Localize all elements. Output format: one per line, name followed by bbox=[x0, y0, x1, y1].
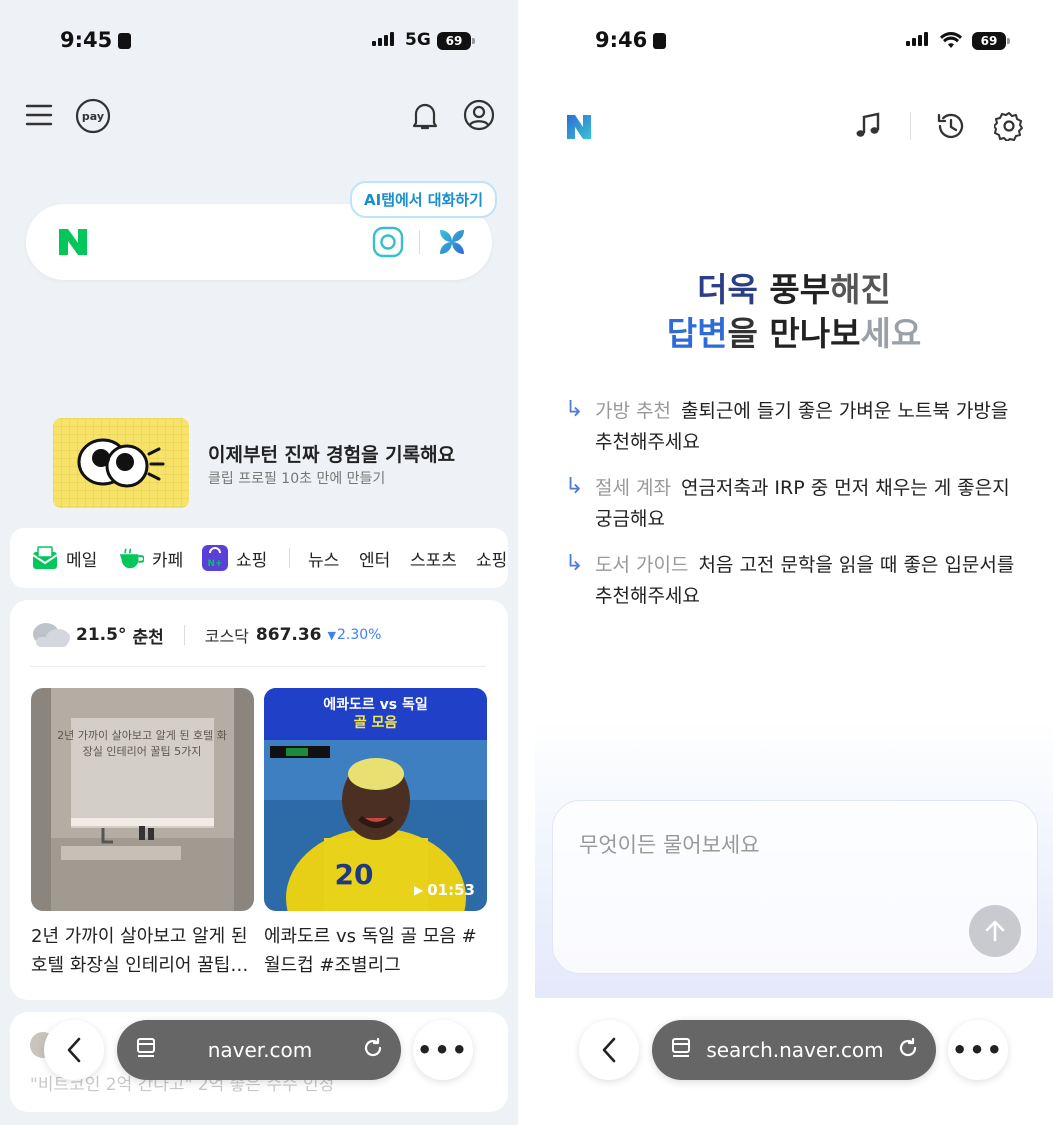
svg-text:N+: N+ bbox=[207, 559, 222, 569]
naver-logo-icon[interactable] bbox=[564, 112, 594, 142]
back-button[interactable] bbox=[44, 1020, 104, 1080]
video-title-line2: 골 모음 bbox=[353, 715, 398, 731]
signal-icon bbox=[906, 32, 928, 46]
bathroom-thumbnail[interactable]: 2년 가까이 살아보고 알게 된 호텔 화장실 인테리어 꿀팁 5가지 bbox=[31, 688, 254, 911]
battery-icon: 69 bbox=[437, 32, 475, 50]
service-shopping-2[interactable]: 쇼핑 bbox=[476, 528, 507, 588]
suggestion-item[interactable]: ↳ 절세 계좌 연금저축과 IRP 중 먼저 채우는 게 좋은지 궁금해요 bbox=[565, 473, 1025, 535]
ask-input[interactable]: 무엇이든 물어보세요 bbox=[552, 800, 1038, 974]
reload-icon[interactable] bbox=[896, 1036, 920, 1064]
reply-arrow-icon: ↳ bbox=[565, 397, 584, 422]
mail-icon bbox=[32, 545, 58, 571]
video-duration: ▶ 01:53 bbox=[414, 881, 475, 899]
naver-logo-icon bbox=[56, 226, 90, 258]
signal-icon bbox=[372, 32, 394, 46]
cafe-icon bbox=[118, 545, 144, 571]
profile-icon[interactable] bbox=[463, 99, 495, 131]
play-icon: ▶ bbox=[414, 883, 424, 897]
cloud-icon bbox=[30, 618, 74, 652]
reader-icon[interactable] bbox=[135, 1036, 159, 1064]
service-shopping[interactable]: N+ 쇼핑 bbox=[202, 528, 267, 588]
card-caption-1[interactable]: 2년 가까이 살아보고 알게 된 호텔 화장실 인테리어 꿀팁… bbox=[31, 922, 259, 980]
left-phone-screen: 9:45 5G 69 pay AI탭에서 대화하기 이제부턴 진짜 경험을 기록… bbox=[0, 0, 518, 1125]
service-enter[interactable]: 엔터 bbox=[359, 528, 390, 588]
reader-icon[interactable] bbox=[670, 1036, 694, 1064]
ai-tab-tooltip[interactable]: AI탭에서 대화하기 bbox=[350, 181, 498, 218]
address-bar[interactable]: naver.com bbox=[117, 1020, 401, 1080]
service-shortcut-bar: 메일 카페 N+ 쇼핑 뉴스 엔터 스포츠 쇼핑 bbox=[10, 528, 508, 588]
thumbnail-overlay-text: 2년 가까이 살아보고 알게 된 호텔 화장실 인테리어 꿀팁 5가지 bbox=[57, 729, 227, 758]
content-card: 21.5° 춘천 코스닥 867.36 ▼ 2.30% 2년 가까이 살아보고 … bbox=[10, 600, 508, 1000]
url-text: naver.com bbox=[207, 1038, 313, 1062]
reply-arrow-icon: ↳ bbox=[565, 551, 584, 576]
pay-icon[interactable]: pay bbox=[75, 98, 111, 134]
card-caption-2[interactable]: 에콰도르 vs 독일 골 모음 #월드컵 #조별리그 bbox=[264, 922, 492, 980]
status-time: 9:46 bbox=[595, 28, 667, 52]
arrow-up-icon bbox=[985, 920, 1005, 942]
network-label: 5G bbox=[405, 30, 431, 50]
suggestion-tag: 절세 계좌 bbox=[595, 477, 671, 499]
more-button[interactable]: ••• bbox=[948, 1020, 1008, 1080]
svg-text:20: 20 bbox=[335, 858, 374, 891]
banner-subtitle: 클립 프로필 10초 만에 만들기 bbox=[208, 471, 386, 487]
back-button[interactable] bbox=[579, 1020, 639, 1080]
battery-icon: 69 bbox=[972, 32, 1010, 50]
divider bbox=[518, 0, 535, 1125]
weather-temp: 21.5° bbox=[76, 625, 127, 645]
headline: 더욱 풍부해진 답변을 만나보세요 bbox=[666, 270, 922, 353]
camera-search-icon[interactable] bbox=[370, 224, 406, 260]
soccer-video-thumbnail[interactable]: 20 에콰도르 vs 독일 골 모음 ▶ 01:53 bbox=[264, 688, 487, 911]
url-text: search.naver.com bbox=[706, 1038, 884, 1062]
address-bar[interactable]: search.naver.com bbox=[652, 1020, 936, 1080]
svg-text:pay: pay bbox=[82, 110, 104, 123]
more-button[interactable]: ••• bbox=[413, 1020, 473, 1080]
service-news[interactable]: 뉴스 bbox=[308, 528, 339, 588]
ask-placeholder: 무엇이든 물어보세요 bbox=[579, 833, 760, 857]
stock-name: 코스닥 bbox=[204, 627, 249, 646]
service-sports[interactable]: 스포츠 bbox=[410, 528, 457, 588]
down-arrow-icon: ▼ bbox=[327, 628, 336, 642]
status-bar: 9:45 5G 69 bbox=[0, 22, 518, 62]
service-cafe[interactable]: 카페 bbox=[118, 528, 183, 588]
service-mail[interactable]: 메일 bbox=[32, 528, 97, 588]
reload-icon[interactable] bbox=[361, 1036, 385, 1064]
suggestion-item[interactable]: ↳ 가방 추천 출퇴근에 들기 좋은 가벼운 노트북 가방을 추천해주세요 bbox=[565, 396, 1025, 458]
history-icon[interactable] bbox=[935, 110, 967, 142]
wifi-icon bbox=[939, 32, 963, 54]
banner-title[interactable]: 이제부턴 진짜 경험을 기록해요 bbox=[208, 440, 455, 467]
right-phone-screen: 9:46 69 더욱 풍부해진 답변을 만나보세요 ↳ 가방 추천 출퇴근에 들기… bbox=[535, 0, 1053, 1125]
stock-value: 867.36 bbox=[255, 625, 322, 645]
suggestion-tag: 가방 추천 bbox=[595, 400, 671, 422]
suggestion-tag: 도서 가이드 bbox=[595, 554, 689, 576]
stock-change: 2.30% bbox=[336, 627, 382, 643]
shopping-icon: N+ bbox=[202, 545, 228, 571]
status-bar: 9:46 69 bbox=[535, 22, 1053, 62]
menu-icon[interactable] bbox=[24, 100, 54, 130]
bell-icon[interactable] bbox=[410, 100, 440, 132]
gear-icon[interactable] bbox=[993, 110, 1025, 142]
ai-input-area: 무엇이든 물어보세요 bbox=[535, 720, 1053, 998]
weather-stock-row[interactable]: 21.5° 춘천 코스닥 867.36 ▼ 2.30% bbox=[30, 620, 381, 650]
send-button[interactable] bbox=[969, 905, 1021, 957]
reply-arrow-icon: ↳ bbox=[565, 474, 584, 499]
status-time: 9:45 bbox=[60, 28, 132, 52]
clip-banner-image[interactable] bbox=[53, 418, 189, 508]
weather-city: 춘천 bbox=[132, 627, 164, 648]
video-title-line1: 에콰도르 vs 독일 bbox=[323, 697, 428, 713]
music-icon[interactable] bbox=[852, 110, 884, 142]
suggestion-item[interactable]: ↳ 도서 가이드 처음 고전 문학을 읽을 때 좋은 입문서를 추천해주세요 bbox=[565, 550, 1025, 612]
ai-tab-icon[interactable] bbox=[434, 224, 470, 260]
